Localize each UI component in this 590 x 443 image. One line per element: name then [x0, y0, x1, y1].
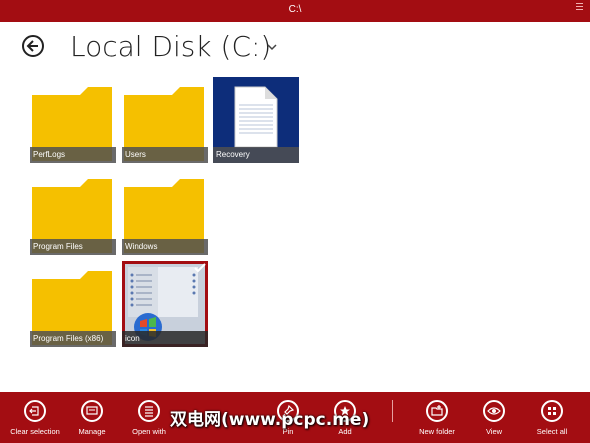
item-label: PerfLogs: [30, 147, 116, 163]
titlebar-grip-icon[interactable]: [576, 3, 584, 11]
file-item-icon[interactable]: icon: [122, 261, 208, 347]
view-label: View: [485, 427, 503, 436]
select-all-button[interactable]: Select all: [522, 400, 582, 436]
view-icon: [487, 407, 501, 415]
open-with-icon: [145, 406, 153, 417]
new-folder-button[interactable]: New folder: [407, 400, 467, 436]
folder-item-program-files[interactable]: Program Files: [30, 169, 116, 255]
item-label: Windows: [122, 239, 208, 255]
select-all-label: Select all: [536, 427, 568, 436]
title-bar: C:\: [0, 0, 590, 22]
item-label: Users: [122, 147, 208, 163]
new-folder-label: New folder: [419, 427, 455, 436]
file-item-recovery[interactable]: Recovery: [213, 77, 299, 163]
chevron-down-icon[interactable]: [267, 43, 277, 51]
clear-selection-label: Clear selection: [10, 427, 60, 436]
clear-selection-button[interactable]: Clear selection: [5, 400, 65, 436]
new-folder-icon: [431, 405, 443, 416]
manage-button[interactable]: Manage: [62, 400, 122, 436]
appbar-divider: [392, 400, 393, 422]
back-arrow-icon: [26, 40, 38, 52]
clear-selection-icon: [29, 406, 39, 416]
page-title[interactable]: Local Disk (C:): [70, 30, 271, 63]
item-label: Recovery: [213, 147, 299, 163]
folder-item-users[interactable]: Users: [122, 77, 208, 163]
item-label: Program Files: [30, 239, 116, 255]
checkmark-icon: [194, 263, 206, 273]
select-all-icon: [548, 407, 556, 415]
watermark-text: 双电网(www.pcpc.me): [170, 410, 370, 430]
item-label: Program Files (x86): [30, 331, 116, 347]
folder-item-program-files-x86[interactable]: Program Files (x86): [30, 261, 116, 347]
window-title: C:\: [288, 4, 302, 15]
manage-icon: [86, 406, 98, 415]
back-button[interactable]: [22, 35, 44, 57]
folder-item-perflogs[interactable]: PerfLogs: [30, 77, 116, 163]
view-button[interactable]: View: [464, 400, 524, 436]
folder-item-windows[interactable]: Windows: [122, 169, 208, 255]
item-label: icon: [122, 331, 208, 347]
manage-label: Manage: [78, 427, 106, 436]
